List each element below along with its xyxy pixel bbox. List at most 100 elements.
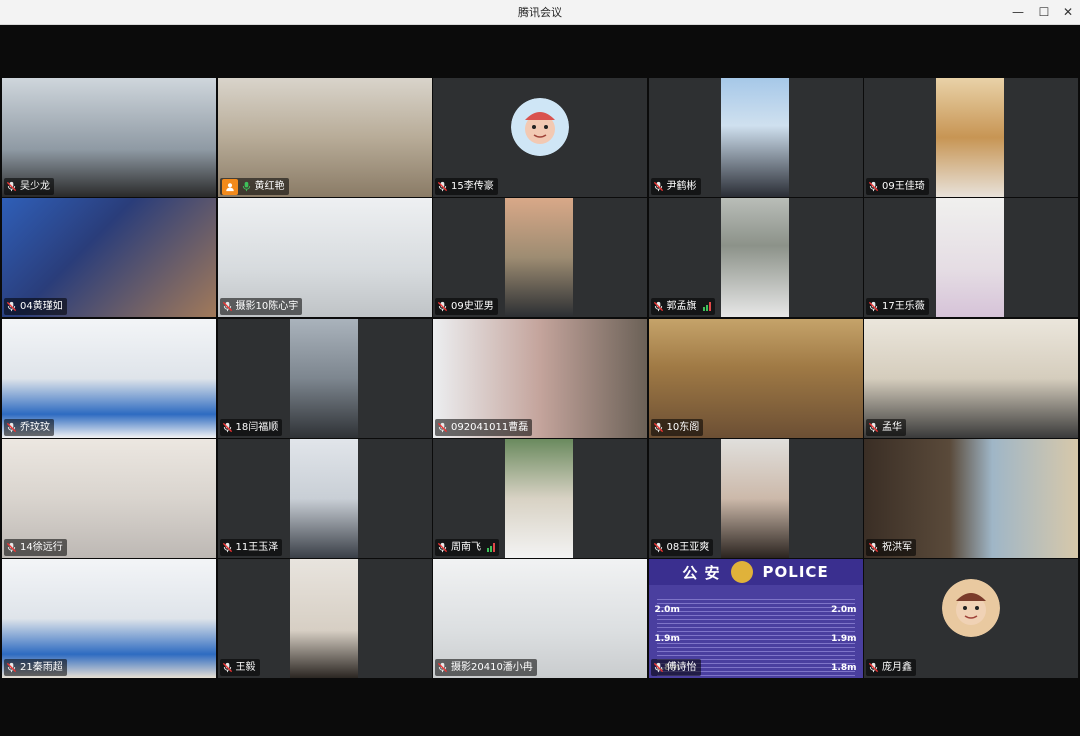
video-tile[interactable]: 祝洪军 <box>864 438 1078 558</box>
signal-strength-icon <box>487 542 495 552</box>
participant-label: 18闫福顺 <box>219 418 283 436</box>
participant-name: 摄影10陈心宇 <box>235 301 299 313</box>
participant-name: 14徐远行 <box>20 541 63 553</box>
minimize-button[interactable]: — <box>1004 0 1032 25</box>
participant-label: 孟华 <box>866 418 906 436</box>
video-tile[interactable]: 吴少龙 <box>2 78 216 197</box>
video-tile[interactable]: 孟华 <box>864 318 1078 438</box>
meeting-window: 腾讯会议 — ☐ ✕ 吴少龙 黄红艳 15李传豪 尹鹤彬 09王佳琦 04黄瑾如 摄影10陈… <box>0 0 1080 736</box>
participant-label: 09王佳琦 <box>866 178 929 195</box>
mic-muted-icon <box>437 422 448 433</box>
video-feed <box>720 438 789 558</box>
participant-label: 庞月鑫 <box>866 659 916 677</box>
police-right-text: POLICE <box>762 563 829 582</box>
video-tile[interactable]: 17王乐薇 <box>864 198 1078 318</box>
video-tile[interactable]: 092041011曹磊 <box>433 318 647 438</box>
mic-on-icon <box>241 181 252 192</box>
mic-muted-icon <box>222 422 233 433</box>
height-mark: 1.9m <box>831 634 857 645</box>
video-tile[interactable]: 王毅 <box>217 559 432 679</box>
participant-label: 摄影10陈心宇 <box>219 298 303 316</box>
participant-name: 17王乐薇 <box>882 301 925 313</box>
video-feed <box>720 198 789 318</box>
video-tile[interactable]: 公 安POLICE2.0m2.0m1.9m1.9m1.8m1.8m傅诗怡 <box>648 559 863 679</box>
video-tile[interactable]: 尹鹤彬 <box>648 78 863 197</box>
video-tile[interactable]: 11王玉泽 <box>217 438 432 558</box>
video-tile[interactable]: 周南飞 <box>433 438 647 558</box>
video-tile[interactable]: 21秦雨超 <box>2 559 216 679</box>
video-tile[interactable]: 09王佳琦 <box>864 78 1078 197</box>
mic-muted-icon <box>868 542 879 553</box>
participant-label: 14徐远行 <box>4 538 67 556</box>
video-feed <box>289 559 358 679</box>
height-mark: 1.9m <box>654 634 680 645</box>
participant-name: 18闫福顺 <box>235 421 279 433</box>
video-tile[interactable]: 14徐远行 <box>2 438 216 558</box>
participant-label: 15李传豪 <box>435 178 498 195</box>
participant-label: 尹鹤彬 <box>650 178 701 195</box>
participant-name: 吴少龙 <box>20 181 50 192</box>
participant-name: 郭孟旗 <box>666 301 697 313</box>
host-icon <box>221 178 238 195</box>
mic-muted-icon <box>868 301 879 312</box>
video-feed <box>289 438 358 558</box>
mic-muted-icon <box>6 542 17 553</box>
mic-muted-icon <box>653 542 664 553</box>
police-emblem-icon <box>730 561 753 584</box>
mic-muted-icon <box>437 181 448 192</box>
participant-label: 黄红艳 <box>219 178 289 195</box>
participant-name: 周南飞 <box>451 541 481 553</box>
participant-name: 10东阁 <box>666 421 700 433</box>
participant-name: 祝洪军 <box>882 541 912 553</box>
mic-muted-icon <box>437 542 448 553</box>
video-tile[interactable]: 黄红艳 <box>217 78 432 197</box>
participant-label: 04黄瑾如 <box>4 298 67 316</box>
police-left-text: 公 安 <box>682 563 721 582</box>
video-tile[interactable]: 郭孟旗 <box>648 198 863 318</box>
participant-name: 摄影20410潘小冉 <box>451 662 533 674</box>
height-mark: 2.0m <box>831 605 857 616</box>
mic-muted-icon <box>653 301 664 312</box>
participant-name: 乔玟玟 <box>20 421 50 433</box>
video-feed <box>289 318 358 438</box>
video-tile[interactable]: 庞月鑫 <box>864 559 1078 679</box>
participant-name: 黄红艳 <box>254 181 285 192</box>
participant-name: 傅诗怡 <box>666 662 697 674</box>
participant-label: 郭孟旗 <box>650 298 715 316</box>
video-feed <box>936 78 1004 197</box>
height-mark: 2.0m <box>654 605 680 616</box>
mic-muted-icon <box>653 422 664 433</box>
participant-label: 傅诗怡 <box>650 659 701 677</box>
close-button[interactable]: ✕ <box>1054 0 1080 25</box>
video-feed <box>505 198 573 318</box>
video-tile[interactable]: 08王亚爽 <box>648 438 863 558</box>
video-tile[interactable]: 乔玟玟 <box>2 318 216 438</box>
participant-name: 08王亚爽 <box>666 541 710 553</box>
mic-muted-icon <box>6 422 17 433</box>
participant-label: 17王乐薇 <box>866 298 929 316</box>
video-tile[interactable]: 15李传豪 <box>433 78 647 197</box>
participant-label: 092041011曹磊 <box>435 418 533 436</box>
video-grid: 吴少龙 黄红艳 15李传豪 尹鹤彬 09王佳琦 04黄瑾如 摄影10陈心宇 09史亚男 郭孟旗 1… <box>2 78 1078 682</box>
video-tile[interactable]: 10东阁 <box>648 318 863 438</box>
mic-muted-icon <box>6 181 17 192</box>
participant-label: 10东阁 <box>650 418 704 436</box>
video-tile[interactable]: 09史亚男 <box>433 198 647 318</box>
police-backdrop-banner: 公 安 POLICE <box>648 559 863 586</box>
mic-muted-icon <box>6 301 17 312</box>
video-tile[interactable]: 18闫福顺 <box>217 318 432 438</box>
participant-name: 09史亚男 <box>451 301 494 313</box>
mic-muted-icon <box>222 301 233 312</box>
video-feed <box>936 198 1004 318</box>
participant-label: 乔玟玟 <box>4 418 54 436</box>
participant-name: 王毅 <box>235 662 256 674</box>
video-tile[interactable]: 04黄瑾如 <box>2 198 216 318</box>
participant-label: 王毅 <box>219 659 260 677</box>
participant-label: 周南飞 <box>435 538 499 556</box>
participant-name: 092041011曹磊 <box>451 421 529 433</box>
participant-name: 庞月鑫 <box>882 662 912 674</box>
video-tile[interactable]: 摄影10陈心宇 <box>217 198 432 318</box>
video-tile[interactable]: 摄影20410潘小冉 <box>433 559 647 679</box>
mic-muted-icon <box>653 181 664 192</box>
participant-name: 09王佳琦 <box>882 181 925 192</box>
